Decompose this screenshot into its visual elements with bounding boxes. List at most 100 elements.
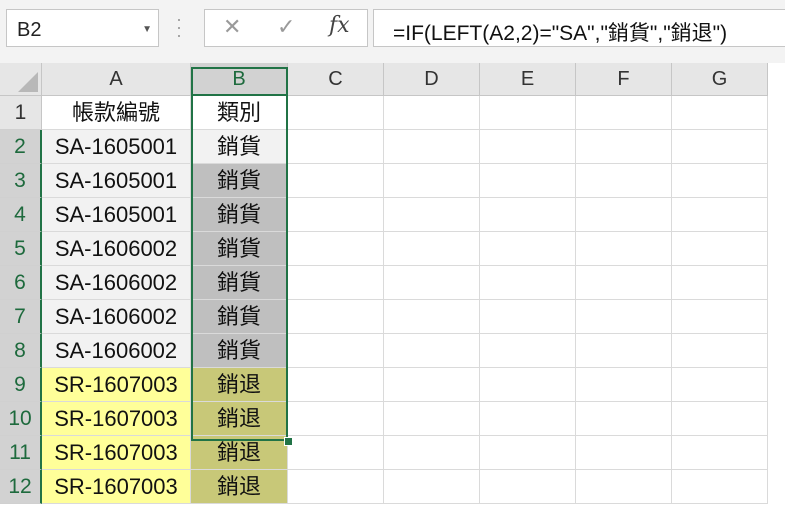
cell-c2[interactable] bbox=[288, 130, 384, 164]
row-header-6[interactable]: 6 bbox=[0, 266, 42, 300]
row-header-9[interactable]: 9 bbox=[0, 368, 42, 402]
formula-input[interactable]: =IF(LEFT(A2,2)="SA","銷貨","銷退") bbox=[373, 9, 785, 47]
cell-e5[interactable] bbox=[480, 232, 576, 266]
cell-g7[interactable] bbox=[672, 300, 768, 334]
cell-e7[interactable] bbox=[480, 300, 576, 334]
cell-f3[interactable] bbox=[576, 164, 672, 198]
cell-g4[interactable] bbox=[672, 198, 768, 232]
cell-c7[interactable] bbox=[288, 300, 384, 334]
cell-b5[interactable]: 銷貨 bbox=[191, 232, 288, 266]
row-header-12[interactable]: 12 bbox=[0, 470, 42, 504]
drag-handle-icon[interactable]: · · · bbox=[176, 10, 182, 44]
cell-g12[interactable] bbox=[672, 470, 768, 504]
cell-b8[interactable]: 銷貨 bbox=[191, 334, 288, 368]
cell-e8[interactable] bbox=[480, 334, 576, 368]
cell-f6[interactable] bbox=[576, 266, 672, 300]
cell-b3[interactable]: 銷貨 bbox=[191, 164, 288, 198]
cell-a12[interactable]: SR-1607003 bbox=[42, 470, 191, 504]
cell-f7[interactable] bbox=[576, 300, 672, 334]
cell-a5[interactable]: SA-1606002 bbox=[42, 232, 191, 266]
cell-d9[interactable] bbox=[384, 368, 480, 402]
cell-c1[interactable] bbox=[288, 96, 384, 130]
cell-a11[interactable]: SR-1607003 bbox=[42, 436, 191, 470]
cell-a1[interactable]: 帳款編號 bbox=[42, 96, 191, 130]
name-box[interactable]: B2 ▼ bbox=[6, 9, 159, 47]
fill-handle[interactable] bbox=[284, 437, 293, 446]
cell-d7[interactable] bbox=[384, 300, 480, 334]
cell-f9[interactable] bbox=[576, 368, 672, 402]
cell-a4[interactable]: SA-1605001 bbox=[42, 198, 191, 232]
cell-d2[interactable] bbox=[384, 130, 480, 164]
select-all-button[interactable] bbox=[0, 63, 42, 96]
column-header-e[interactable]: E bbox=[480, 63, 576, 96]
cell-b6[interactable]: 銷貨 bbox=[191, 266, 288, 300]
column-header-d[interactable]: D bbox=[384, 63, 480, 96]
cell-g10[interactable] bbox=[672, 402, 768, 436]
column-header-f[interactable]: F bbox=[576, 63, 672, 96]
row-header-8[interactable]: 8 bbox=[0, 334, 42, 368]
cell-e6[interactable] bbox=[480, 266, 576, 300]
cell-d3[interactable] bbox=[384, 164, 480, 198]
column-header-b[interactable]: B bbox=[191, 63, 288, 96]
row-header-7[interactable]: 7 bbox=[0, 300, 42, 334]
row-header-3[interactable]: 3 bbox=[0, 164, 42, 198]
cell-c9[interactable] bbox=[288, 368, 384, 402]
row-header-2[interactable]: 2 bbox=[0, 130, 42, 164]
cell-g3[interactable] bbox=[672, 164, 768, 198]
enter-icon[interactable]: ✓ bbox=[277, 14, 295, 40]
cell-g5[interactable] bbox=[672, 232, 768, 266]
cell-e1[interactable] bbox=[480, 96, 576, 130]
column-header-a[interactable]: A bbox=[42, 63, 191, 96]
column-header-g[interactable]: G bbox=[672, 63, 768, 96]
cancel-icon[interactable]: ✕ bbox=[223, 14, 241, 40]
cell-d6[interactable] bbox=[384, 266, 480, 300]
cell-e3[interactable] bbox=[480, 164, 576, 198]
cell-d8[interactable] bbox=[384, 334, 480, 368]
row-header-11[interactable]: 11 bbox=[0, 436, 42, 470]
cell-b2[interactable]: 銷貨 bbox=[191, 130, 288, 164]
cell-e12[interactable] bbox=[480, 470, 576, 504]
cell-d12[interactable] bbox=[384, 470, 480, 504]
cell-f5[interactable] bbox=[576, 232, 672, 266]
cell-c6[interactable] bbox=[288, 266, 384, 300]
cell-g6[interactable] bbox=[672, 266, 768, 300]
cell-c3[interactable] bbox=[288, 164, 384, 198]
cell-c8[interactable] bbox=[288, 334, 384, 368]
insert-function-icon[interactable]: fx bbox=[329, 13, 350, 38]
cell-e4[interactable] bbox=[480, 198, 576, 232]
cell-g9[interactable] bbox=[672, 368, 768, 402]
cell-g8[interactable] bbox=[672, 334, 768, 368]
cell-b4[interactable]: 銷貨 bbox=[191, 198, 288, 232]
cell-c11[interactable] bbox=[288, 436, 384, 470]
cell-c4[interactable] bbox=[288, 198, 384, 232]
row-header-1[interactable]: 1 bbox=[0, 96, 42, 130]
cell-a9[interactable]: SR-1607003 bbox=[42, 368, 191, 402]
cell-f10[interactable] bbox=[576, 402, 672, 436]
cell-e9[interactable] bbox=[480, 368, 576, 402]
cell-e11[interactable] bbox=[480, 436, 576, 470]
chevron-down-icon[interactable]: ▼ bbox=[142, 24, 152, 35]
cell-b12[interactable]: 銷退 bbox=[191, 470, 288, 504]
cell-a10[interactable]: SR-1607003 bbox=[42, 402, 191, 436]
column-header-c[interactable]: C bbox=[288, 63, 384, 96]
cell-d11[interactable] bbox=[384, 436, 480, 470]
cell-f4[interactable] bbox=[576, 198, 672, 232]
cell-a3[interactable]: SA-1605001 bbox=[42, 164, 191, 198]
cell-a2[interactable]: SA-1605001 bbox=[42, 130, 191, 164]
cell-b10[interactable]: 銷退 bbox=[191, 402, 288, 436]
row-header-10[interactable]: 10 bbox=[0, 402, 42, 436]
cell-b7[interactable]: 銷貨 bbox=[191, 300, 288, 334]
cell-g11[interactable] bbox=[672, 436, 768, 470]
cell-f8[interactable] bbox=[576, 334, 672, 368]
cell-c12[interactable] bbox=[288, 470, 384, 504]
cell-c10[interactable] bbox=[288, 402, 384, 436]
cell-a7[interactable]: SA-1606002 bbox=[42, 300, 191, 334]
cell-b11[interactable]: 銷退 bbox=[191, 436, 288, 470]
cell-a8[interactable]: SA-1606002 bbox=[42, 334, 191, 368]
cell-c5[interactable] bbox=[288, 232, 384, 266]
cell-b9[interactable]: 銷退 bbox=[191, 368, 288, 402]
cell-f2[interactable] bbox=[576, 130, 672, 164]
cell-f11[interactable] bbox=[576, 436, 672, 470]
cell-g1[interactable] bbox=[672, 96, 768, 130]
cell-d4[interactable] bbox=[384, 198, 480, 232]
